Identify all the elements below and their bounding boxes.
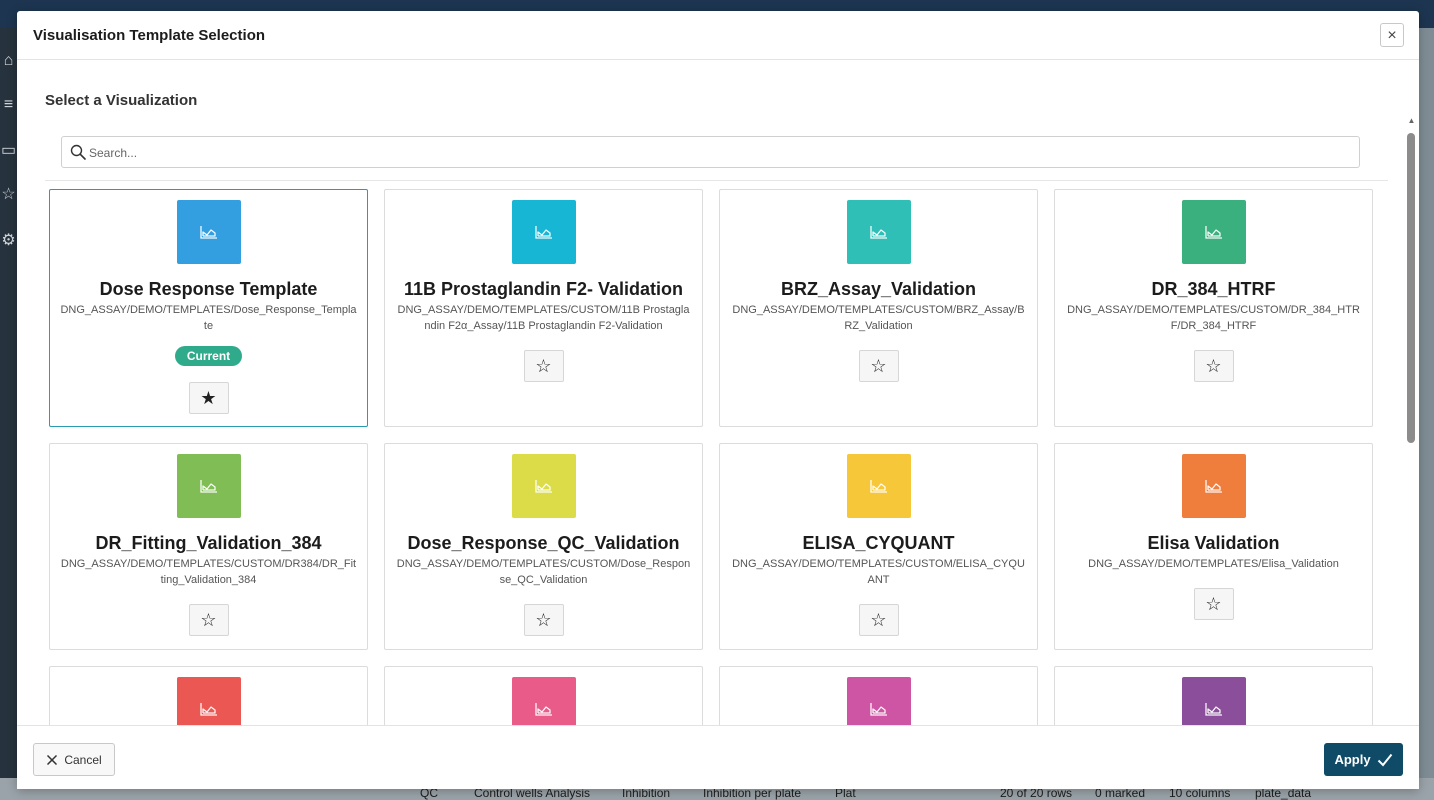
area-chart-icon [176, 454, 241, 518]
template-card[interactable] [384, 666, 703, 725]
apply-label: Apply [1334, 752, 1371, 767]
template-card[interactable] [49, 666, 368, 725]
star-icon: ☆ [1, 186, 16, 203]
template-title: DR_384_HTRF [1151, 279, 1276, 299]
apply-button[interactable]: Apply [1324, 743, 1403, 776]
current-badge: Current [174, 346, 243, 366]
list-icon: ≡ [3, 96, 14, 113]
section-title: Select a Visualization [45, 92, 198, 109]
background-side-rail: ⌂ ≡ ▭ ☆ ⚙ [0, 28, 17, 800]
scrollbar[interactable]: ▲ ▼ [1405, 113, 1418, 725]
favorite-star-icon[interactable]: ☆ [523, 350, 564, 382]
template-title: DR_Fitting_Validation_384 [95, 533, 322, 553]
template-path: DNG_ASSAY/DEMO/TEMPLATES/CUSTOM/ELISA_CY… [732, 558, 1025, 586]
visualisation-template-dialog: Visualisation Template Selection × Selec… [17, 11, 1419, 789]
template-card[interactable]: BRZ_Assay_Validation DNG_ASSAY/DEMO/TEMPL… [719, 189, 1038, 427]
area-chart-icon [846, 677, 911, 725]
template-card[interactable]: DR_384_HTRF DNG_ASSAY/DEMO/TEMPLATES/CUST… [1054, 189, 1373, 427]
template-path: DNG_ASSAY/DEMO/TEMPLATES/CUSTOM/Dose_Res… [396, 558, 691, 586]
favorite-star-icon[interactable]: ☆ [1193, 588, 1234, 620]
area-chart-icon [176, 677, 241, 725]
folder-icon: ▭ [0, 142, 17, 159]
dialog-header: Visualisation Template Selection × [17, 11, 1419, 60]
template-title: Elisa Validation [1147, 533, 1280, 553]
close-icon [47, 754, 58, 765]
area-chart-icon [511, 454, 576, 518]
favorite-star-icon[interactable]: ☆ [858, 604, 899, 636]
template-path: DNG_ASSAY/DEMO/TEMPLATES/Dose_Response_T… [60, 304, 357, 332]
area-chart-icon [511, 200, 576, 264]
divider [45, 180, 1388, 181]
search-icon [70, 144, 86, 160]
dialog-title: Visualisation Template Selection [33, 27, 266, 44]
dialog-body: Select a Visualization Dose Response Tem… [17, 61, 1419, 725]
template-grid: Dose Response Template DNG_ASSAY/DEMO/TEM… [49, 189, 1373, 725]
area-chart-icon [846, 454, 911, 518]
close-button[interactable]: × [1380, 23, 1404, 47]
favorite-star-icon[interactable]: ☆ [188, 604, 229, 636]
template-path: DNG_ASSAY/DEMO/TEMPLATES/Elisa_Validatio… [1088, 558, 1339, 570]
template-card[interactable]: 11B Prostaglandin F2- Validation DNG_ASSA… [384, 189, 703, 427]
gear-icon: ⚙ [1, 232, 16, 249]
area-chart-icon [511, 677, 576, 725]
scroll-thumb[interactable] [1407, 133, 1415, 443]
template-title: 11B Prostaglandin F2- Validation [403, 279, 684, 299]
dialog-footer: Cancel Apply [17, 725, 1419, 789]
search-box [61, 136, 1360, 168]
template-card[interactable]: DR_Fitting_Validation_384 DNG_ASSAY/DEMO/… [49, 443, 368, 650]
cancel-button[interactable]: Cancel [33, 743, 115, 776]
favorite-star-icon[interactable]: ☆ [1193, 350, 1234, 382]
home-icon: ⌂ [3, 52, 14, 69]
scroll-up-arrow[interactable]: ▲ [1405, 116, 1418, 126]
area-chart-icon [1181, 677, 1246, 725]
area-chart-icon [1181, 454, 1246, 518]
template-card[interactable]: Dose_Response_QC_Validation DNG_ASSAY/DEM… [384, 443, 703, 650]
area-chart-icon [846, 200, 911, 264]
template-title: Dose Response Template [99, 279, 318, 299]
area-chart-icon [1181, 200, 1246, 264]
template-title: BRZ_Assay_Validation [780, 279, 977, 299]
template-card[interactable] [1054, 666, 1373, 725]
template-card[interactable] [719, 666, 1038, 725]
cancel-label: Cancel [64, 752, 102, 767]
template-path: DNG_ASSAY/DEMO/TEMPLATES/CUSTOM/BRZ_Assa… [732, 304, 1025, 332]
template-card[interactable]: ELISA_CYQUANT DNG_ASSAY/DEMO/TEMPLATES/CU… [719, 443, 1038, 650]
area-chart-icon [176, 200, 241, 264]
template-title: Dose_Response_QC_Validation [407, 533, 680, 553]
close-icon: × [1387, 26, 1397, 44]
template-title: ELISA_CYQUANT [802, 533, 955, 553]
template-card[interactable]: Elisa Validation DNG_ASSAY/DEMO/TEMPLATES… [1054, 443, 1373, 650]
search-input[interactable] [89, 143, 1349, 163]
favorite-star-icon[interactable]: ☆ [523, 604, 564, 636]
template-path: DNG_ASSAY/DEMO/TEMPLATES/CUSTOM/11B Pros… [397, 304, 690, 332]
template-path: DNG_ASSAY/DEMO/TEMPLATES/CUSTOM/DR384/DR… [60, 558, 357, 586]
template-path: DNG_ASSAY/DEMO/TEMPLATES/CUSTOM/DR_384_H… [1067, 304, 1360, 332]
check-icon [1377, 753, 1392, 766]
favorite-star-filled-icon[interactable]: ★ [188, 382, 229, 414]
template-card[interactable]: Dose Response Template DNG_ASSAY/DEMO/TEM… [49, 189, 368, 427]
favorite-star-icon[interactable]: ☆ [858, 350, 899, 382]
